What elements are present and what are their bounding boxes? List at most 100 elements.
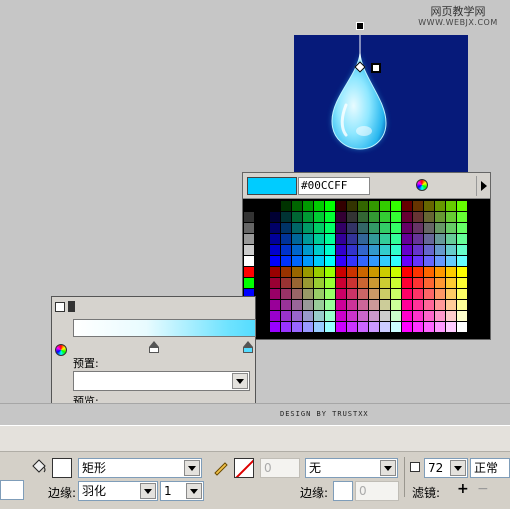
color-swatch[interactable] — [314, 223, 324, 233]
color-swatch[interactable] — [380, 300, 390, 310]
color-swatch[interactable] — [244, 201, 254, 211]
hex-color-input[interactable]: #00CCFF — [298, 177, 370, 195]
color-swatch[interactable] — [380, 223, 390, 233]
color-swatch[interactable] — [244, 234, 254, 244]
color-swatch-grid[interactable] — [243, 200, 490, 340]
color-swatch[interactable] — [457, 212, 467, 222]
color-swatch[interactable] — [446, 278, 456, 288]
stroke-color-swatch[interactable] — [234, 458, 254, 478]
edge2-amount-field[interactable]: 0 — [355, 481, 399, 501]
color-swatch[interactable] — [347, 311, 357, 321]
color-swatch[interactable] — [325, 256, 335, 266]
color-swatch[interactable] — [380, 322, 390, 332]
color-swatch[interactable] — [347, 267, 357, 277]
chevron-down-icon[interactable] — [186, 483, 202, 499]
color-swatch[interactable] — [303, 223, 313, 233]
color-swatch[interactable] — [424, 311, 434, 321]
color-swatch[interactable] — [402, 322, 412, 332]
color-swatch[interactable] — [314, 201, 324, 211]
remove-filter-button[interactable]: − — [477, 481, 489, 497]
color-swatch[interactable] — [303, 322, 313, 332]
color-swatch[interactable] — [402, 256, 412, 266]
color-swatch[interactable] — [424, 278, 434, 288]
color-swatch[interactable] — [391, 322, 401, 332]
color-swatch[interactable] — [244, 212, 254, 222]
color-swatch[interactable] — [270, 311, 280, 321]
color-swatch[interactable] — [281, 300, 291, 310]
color-swatch[interactable] — [413, 256, 423, 266]
color-swatch[interactable] — [325, 223, 335, 233]
preset-dropdown[interactable] — [73, 371, 250, 391]
color-swatch[interactable] — [446, 223, 456, 233]
color-swatch[interactable] — [435, 245, 445, 255]
blend-mode-select[interactable]: 正常 — [470, 458, 510, 478]
color-swatch[interactable] — [347, 245, 357, 255]
color-swatch[interactable] — [380, 311, 390, 321]
color-swatch[interactable] — [402, 278, 412, 288]
color-swatch[interactable] — [391, 267, 401, 277]
color-swatch[interactable] — [347, 223, 357, 233]
color-swatch[interactable] — [314, 322, 324, 332]
color-swatch[interactable] — [292, 322, 302, 332]
color-swatch[interactable] — [325, 245, 335, 255]
stroke-style-select[interactable]: 无 — [305, 458, 398, 478]
color-swatch[interactable] — [325, 300, 335, 310]
color-swatch[interactable] — [391, 256, 401, 266]
color-swatch[interactable] — [314, 245, 324, 255]
color-swatch[interactable] — [257, 256, 267, 266]
color-swatch[interactable] — [380, 245, 390, 255]
color-swatch[interactable] — [358, 234, 368, 244]
color-swatch[interactable] — [402, 234, 412, 244]
color-swatch[interactable] — [292, 234, 302, 244]
color-swatch[interactable] — [402, 289, 412, 299]
color-swatch[interactable] — [325, 311, 335, 321]
color-swatch[interactable] — [391, 223, 401, 233]
color-swatch[interactable] — [358, 289, 368, 299]
color-swatch[interactable] — [281, 201, 291, 211]
color-swatch[interactable] — [424, 223, 434, 233]
color-swatch[interactable] — [292, 278, 302, 288]
color-swatch[interactable] — [257, 289, 267, 299]
color-swatch[interactable] — [435, 300, 445, 310]
fill-color-swatch[interactable] — [52, 458, 72, 478]
color-swatch[interactable] — [244, 245, 254, 255]
color-swatch[interactable] — [446, 311, 456, 321]
color-swatch[interactable] — [413, 278, 423, 288]
color-swatch[interactable] — [292, 223, 302, 233]
color-swatch[interactable] — [336, 201, 346, 211]
color-swatch[interactable] — [270, 245, 280, 255]
fill-type-select[interactable]: 矩形 — [78, 458, 202, 478]
color-swatch[interactable] — [413, 245, 423, 255]
color-swatch[interactable] — [281, 234, 291, 244]
gradient-type-icon[interactable] — [55, 302, 65, 312]
color-swatch[interactable] — [314, 234, 324, 244]
gradient-stop-icon[interactable] — [68, 301, 75, 312]
color-swatch[interactable] — [457, 201, 467, 211]
color-swatch[interactable] — [369, 300, 379, 310]
color-swatch[interactable] — [369, 212, 379, 222]
color-swatch[interactable] — [314, 278, 324, 288]
color-swatch[interactable] — [391, 300, 401, 310]
color-swatch[interactable] — [369, 234, 379, 244]
color-swatch[interactable] — [380, 289, 390, 299]
gradient-stop-white[interactable] — [149, 347, 159, 353]
color-swatch[interactable] — [413, 311, 423, 321]
opacity-field[interactable]: 72 — [424, 458, 468, 478]
color-swatch[interactable] — [424, 201, 434, 211]
color-swatch[interactable] — [391, 278, 401, 288]
color-swatch[interactable] — [292, 311, 302, 321]
color-swatch[interactable] — [413, 212, 423, 222]
color-swatch[interactable] — [391, 201, 401, 211]
color-swatch[interactable] — [424, 212, 434, 222]
color-swatch[interactable] — [270, 267, 280, 277]
color-swatch[interactable] — [391, 212, 401, 222]
color-swatch[interactable] — [257, 234, 267, 244]
chevron-down-icon[interactable] — [140, 483, 156, 499]
color-swatch[interactable] — [358, 212, 368, 222]
color-swatch[interactable] — [325, 234, 335, 244]
color-swatch[interactable] — [314, 311, 324, 321]
transform-handle-side[interactable] — [371, 63, 381, 73]
color-swatch[interactable] — [391, 245, 401, 255]
stroke-opacity-field[interactable]: 0 — [260, 458, 300, 478]
color-swatch[interactable] — [257, 245, 267, 255]
